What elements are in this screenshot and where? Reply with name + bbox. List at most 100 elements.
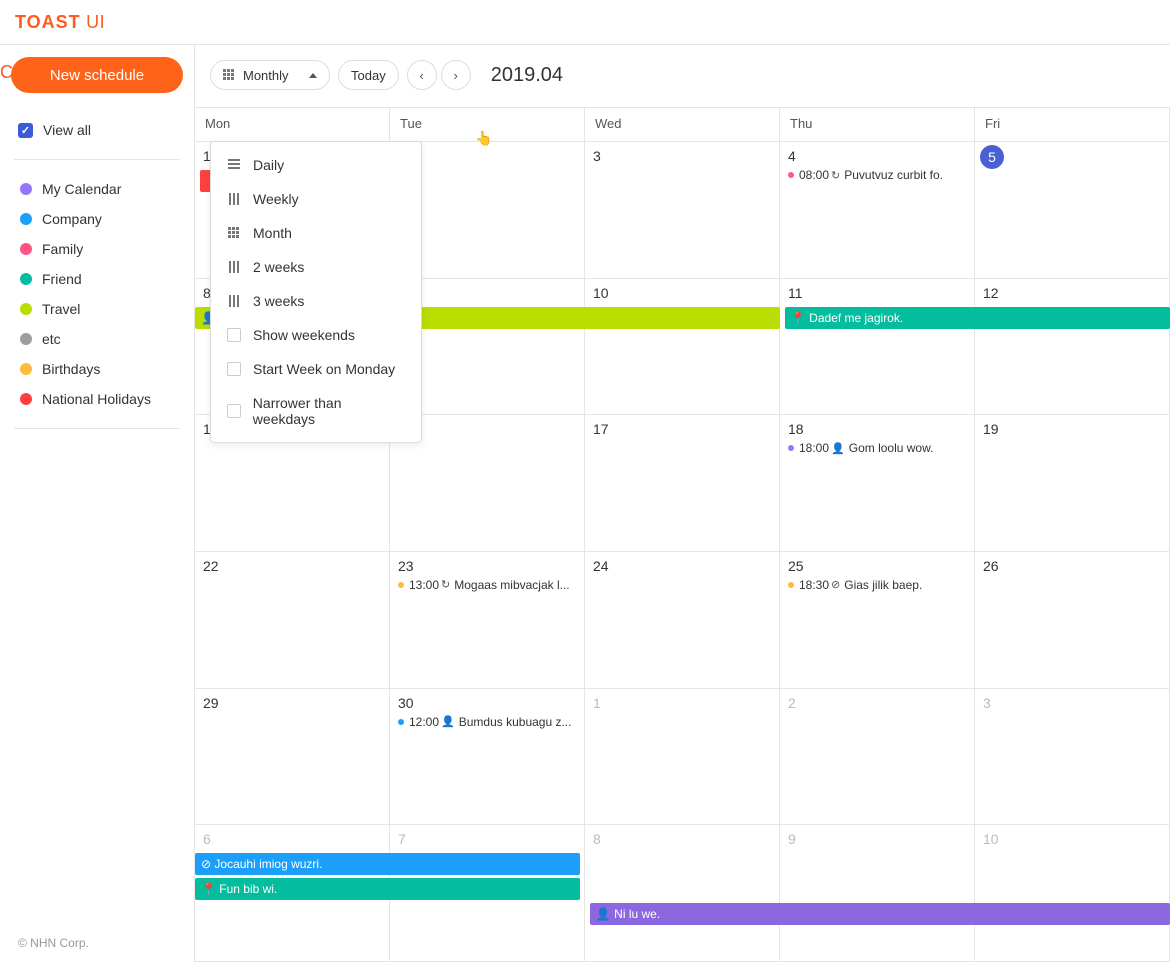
- event-item[interactable]: 13:00↻Mogaas mibvacjak l...: [398, 578, 576, 592]
- event-time: 12:00: [409, 715, 439, 729]
- day-header: Fri: [975, 108, 1170, 141]
- dropdown-toggle-option[interactable]: Start Week on Monday: [211, 352, 421, 386]
- calendar-item[interactable]: Travel: [18, 294, 184, 324]
- calendar-item[interactable]: Family: [18, 234, 184, 264]
- dropdown-view-option[interactable]: 3 weeks: [211, 284, 421, 318]
- day-cell[interactable]: 10: [585, 279, 780, 415]
- dropdown-label: Weekly: [253, 191, 299, 207]
- date-number: 29: [203, 695, 219, 711]
- calendar-item[interactable]: National Holidays: [18, 384, 184, 414]
- dropdown-label: 2 weeks: [253, 259, 304, 275]
- day-cell[interactable]: 9: [780, 825, 975, 961]
- calendar-item[interactable]: My Calendar: [18, 174, 184, 204]
- date-number: 30: [398, 695, 414, 711]
- event-title: Bumdus kubuagu z...: [459, 715, 572, 729]
- event-bar-title: 📍 Fun bib wi.: [201, 882, 277, 896]
- calendar-label: etc: [42, 331, 61, 347]
- dropdown-toggle-option[interactable]: Show weekends: [211, 318, 421, 352]
- event-bar[interactable]: 📍 Fun bib wi.: [195, 878, 580, 900]
- day-cell[interactable]: 29: [195, 689, 390, 825]
- event-type-icon: ↻: [831, 169, 840, 182]
- calendar-item[interactable]: Company: [18, 204, 184, 234]
- event-item[interactable]: 08:00↻Puvutvuz curbit fo.: [788, 168, 966, 182]
- week-row: 29 30 12:00👤Bumdus kubuagu z... 1 2 3: [195, 689, 1170, 826]
- calendar-label: My Calendar: [42, 181, 121, 197]
- date-number: 7: [398, 831, 406, 847]
- event-bar-title: 📍 Dadef me jagirok.: [791, 311, 903, 325]
- day-cell[interactable]: 12: [975, 279, 1170, 415]
- day-cell[interactable]: 3: [975, 689, 1170, 825]
- logo: TOAST UI Calendar: [15, 12, 105, 33]
- toolbar: Monthly Today ‹ › 2019.04: [195, 45, 1170, 105]
- day-cell[interactable]: 19: [975, 415, 1170, 551]
- event-bar[interactable]: ⊘ Jocauhi imiog wuzri.: [195, 853, 580, 875]
- new-schedule-button[interactable]: New schedule: [11, 57, 183, 93]
- day-cell[interactable]: 30 12:00👤Bumdus kubuagu z...: [390, 689, 585, 825]
- date-number: 12: [983, 285, 999, 301]
- calendar-label: National Holidays: [42, 391, 151, 407]
- dropdown-label: Start Week on Monday: [253, 361, 395, 377]
- day-cell[interactable]: 3: [585, 142, 780, 278]
- date-number: 2: [788, 695, 796, 711]
- event-type-icon: 👤: [831, 442, 845, 455]
- date-number: 1: [593, 695, 601, 711]
- dropdown-view-option[interactable]: Month: [211, 216, 421, 250]
- event-item[interactable]: 12:00👤Bumdus kubuagu z...: [398, 715, 576, 729]
- event-item[interactable]: 18:30⊘Gias jilik baep.: [788, 578, 966, 592]
- view-all-label: View all: [43, 122, 91, 138]
- event-title: Mogaas mibvacjak l...: [454, 578, 569, 592]
- day-cell[interactable]: 408:00↻Puvutvuz curbit fo.: [780, 142, 975, 278]
- day-cell[interactable]: 22: [195, 552, 390, 688]
- calendar-label: Birthdays: [42, 361, 100, 377]
- day-cell[interactable]: 2: [780, 689, 975, 825]
- view-select-button[interactable]: Monthly: [210, 60, 330, 90]
- date-number: 5: [980, 145, 1004, 169]
- event-time: 18:30: [799, 578, 829, 592]
- day-cell[interactable]: 8: [585, 825, 780, 961]
- day-cell[interactable]: 26: [975, 552, 1170, 688]
- day-cell[interactable]: 2518:30⊘Gias jilik baep.: [780, 552, 975, 688]
- event-item[interactable]: 18:00👤Gom loolu wow.: [788, 441, 966, 455]
- dropdown-label: Month: [253, 225, 292, 241]
- date-number: 24: [593, 558, 609, 574]
- copyright: © NHN Corp.: [18, 936, 89, 950]
- day-cell[interactable]: 2313:00↻Mogaas mibvacjak l...: [390, 552, 585, 688]
- day-cell[interactable]: 10: [975, 825, 1170, 961]
- date-number: 17: [593, 421, 609, 437]
- day-cell[interactable]: 17: [585, 415, 780, 551]
- date-number: 8: [593, 831, 601, 847]
- color-dot-icon: [20, 333, 32, 345]
- dropdown-view-option[interactable]: 2 weeks: [211, 250, 421, 284]
- columns-icon: [229, 193, 239, 205]
- day-headers: MonTueWedThuFri: [195, 107, 1170, 142]
- calendar-label: Friend: [42, 271, 82, 287]
- calendar-item[interactable]: etc: [18, 324, 184, 354]
- main-content: Monthly Today ‹ › 2019.04 👆 DailyWeeklyM…: [195, 45, 1170, 962]
- date-number: 23: [398, 558, 414, 574]
- view-all-toggle[interactable]: ✓ View all: [18, 115, 184, 145]
- event-type-icon: ↻: [441, 578, 450, 591]
- date-number: 26: [983, 558, 999, 574]
- event-title: Gias jilik baep.: [844, 578, 922, 592]
- next-button[interactable]: ›: [441, 60, 471, 90]
- chevron-right-icon: ›: [454, 68, 458, 83]
- event-bar[interactable]: 👤 Ni lu we.: [590, 903, 1170, 925]
- day-cell[interactable]: 5: [975, 142, 1170, 278]
- today-button[interactable]: Today: [338, 60, 399, 90]
- prev-button[interactable]: ‹: [407, 60, 437, 90]
- day-header: Wed: [585, 108, 780, 141]
- calendar-item[interactable]: Friend: [18, 264, 184, 294]
- day-cell[interactable]: 1: [585, 689, 780, 825]
- dropdown-view-option[interactable]: Weekly: [211, 182, 421, 216]
- day-cell[interactable]: 24: [585, 552, 780, 688]
- dropdown-label: Narrower than weekdays: [253, 395, 405, 427]
- dropdown-view-option[interactable]: Daily: [211, 148, 421, 182]
- divider: [14, 159, 180, 160]
- day-cell[interactable]: 1818:00👤Gom loolu wow.: [780, 415, 975, 551]
- event-bar[interactable]: 📍 Dadef me jagirok.: [785, 307, 1170, 329]
- date-number: 3: [593, 148, 601, 164]
- day-cell[interactable]: 11: [780, 279, 975, 415]
- grid-icon: [223, 69, 235, 81]
- calendar-item[interactable]: Birthdays: [18, 354, 184, 384]
- dropdown-toggle-option[interactable]: Narrower than weekdays: [211, 386, 421, 436]
